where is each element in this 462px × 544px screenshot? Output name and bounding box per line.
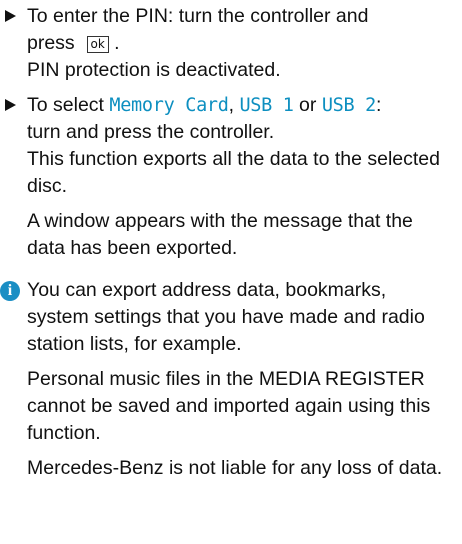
menu-option-usb-2: USB 2 xyxy=(321,95,377,116)
step-instruction: To select Memory Card, USB 1 or USB 2: t… xyxy=(27,92,452,146)
step-instruction-end: . xyxy=(114,32,120,54)
separator-colon: : xyxy=(376,94,382,116)
step-instruction-action: turn and press the controller. xyxy=(27,121,275,143)
step-arrow-icon xyxy=(5,99,16,111)
menu-option-memory-card: Memory Card xyxy=(109,95,229,116)
step-instruction-prefix: To select xyxy=(27,94,110,116)
step-instruction: To enter the PIN: turn the controller an… xyxy=(27,3,452,57)
step-arrow-icon xyxy=(5,10,16,22)
step-select-disc: To select Memory Card, USB 1 or USB 2: t… xyxy=(0,92,452,262)
step-result: This function exports all the data to th… xyxy=(27,148,440,197)
step-enter-pin: To enter the PIN: turn the controller an… xyxy=(0,3,452,84)
info-note: i You can export address data, bookmarks… xyxy=(0,277,452,482)
step-instruction-text: To enter the PIN: turn the controller an… xyxy=(27,5,369,27)
info-icon: i xyxy=(0,281,20,301)
separator-or: or xyxy=(293,94,322,116)
step-result-window: A window appears with the message that t… xyxy=(27,210,413,259)
ok-key-icon: ok xyxy=(86,36,109,53)
step-result: PIN protection is deactivated. xyxy=(27,59,281,81)
info-paragraph: You can export address data, bookmarks, … xyxy=(27,279,425,355)
info-paragraph: Mercedes-Benz is not liable for any loss… xyxy=(27,457,443,479)
info-paragraph: Personal music files in the MEDIA REGIST… xyxy=(27,368,431,444)
separator-comma: , xyxy=(228,94,240,116)
menu-option-usb-1: USB 1 xyxy=(239,95,294,116)
step-instruction-press: press xyxy=(27,32,75,54)
manual-page: To enter the PIN: turn the controller an… xyxy=(0,0,462,544)
